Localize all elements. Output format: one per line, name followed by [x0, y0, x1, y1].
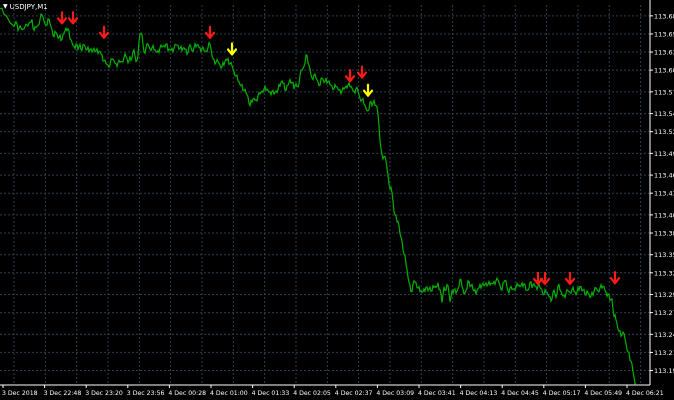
price-tick-label: 113.575 [654, 88, 674, 96]
sell-arrow-icon[interactable] [204, 25, 216, 39]
exit-arrow-icon[interactable] [226, 42, 238, 56]
time-tick-label: 4 Dec 00:28 [168, 390, 206, 397]
sell-arrow-icon[interactable] [564, 271, 576, 286]
time-tick-label: 3 Dec 22:48 [44, 390, 82, 397]
price-tick-label: 113.545 [654, 110, 674, 118]
time-axis[interactable]: 3 Dec 2018 3 Dec 22:48 3 Dec 23:20 3 Dec 23… [2, 385, 664, 397]
time-tick-label: 4 Dec 02:05 [293, 390, 331, 397]
price-axis[interactable]: 113.680 113.655 113.630 113.605 113.575 113.5… [650, 12, 674, 375]
sell-arrow-icon[interactable] [98, 25, 110, 39]
chart-frame [0, 0, 651, 386]
sell-arrow-icon[interactable] [67, 11, 79, 25]
chart-window[interactable]: ▼USDJPY,M1 113.680113.655113.630113.6051… [0, 0, 674, 400]
sell-arrow-icon[interactable] [56, 11, 68, 25]
signal-arrows-layer [56, 11, 621, 286]
time-tick-label: 3 Dec 2018 [2, 390, 38, 397]
price-tick-label: 113.435 [654, 190, 674, 198]
price-chart[interactable]: 113.680 113.655 113.630 113.605 113.575 113.5… [0, 0, 674, 400]
time-tick-label: 4 Dec 04:45 [501, 390, 539, 397]
time-tick-label: 4 Dec 01:00 [210, 390, 248, 397]
price-tick-label: 113.405 [654, 211, 674, 219]
price-tick-label: 113.325 [654, 269, 674, 277]
time-tick-label: 4 Dec 05:49 [584, 390, 622, 397]
time-tick-label: 4 Dec 02:37 [335, 390, 373, 397]
time-tick-label: 4 Dec 03:09 [376, 390, 414, 397]
time-tick-label: 4 Dec 03:41 [418, 390, 456, 397]
time-tick-label: 4 Dec 04:13 [460, 390, 498, 397]
price-tick-label: 113.520 [654, 128, 674, 136]
price-series-line [0, 7, 636, 385]
time-tick-label: 3 Dec 23:56 [127, 390, 165, 397]
price-tick-label: 113.490 [654, 150, 674, 158]
price-tick-label: 113.190 [654, 367, 674, 375]
price-tick-label: 113.215 [654, 349, 674, 357]
price-tick-label: 113.380 [654, 230, 674, 238]
grid [0, 5, 650, 385]
price-tick-label: 113.295 [654, 291, 674, 299]
time-tick-label: 4 Dec 06:21 [626, 390, 664, 397]
price-tick-label: 113.240 [654, 331, 674, 339]
price-tick-label: 113.630 [654, 49, 674, 57]
sell-arrow-icon[interactable] [356, 65, 368, 79]
sell-arrow-icon[interactable] [344, 69, 356, 83]
price-tick-label: 113.270 [654, 309, 674, 317]
time-tick-label: 4 Dec 05:17 [543, 390, 581, 397]
price-tick-label: 113.680 [654, 12, 674, 20]
exit-arrow-icon[interactable] [362, 83, 374, 97]
price-line-layer [0, 7, 636, 385]
price-tick-label: 113.605 [654, 67, 674, 75]
time-tick-label: 3 Dec 23:20 [85, 390, 123, 397]
price-tick-label: 113.350 [654, 251, 674, 259]
time-tick-label: 4 Dec 01:33 [252, 390, 290, 397]
sell-arrow-icon[interactable] [609, 271, 621, 285]
price-tick-label: 113.655 [654, 30, 674, 38]
price-tick-label: 113.460 [654, 172, 674, 180]
